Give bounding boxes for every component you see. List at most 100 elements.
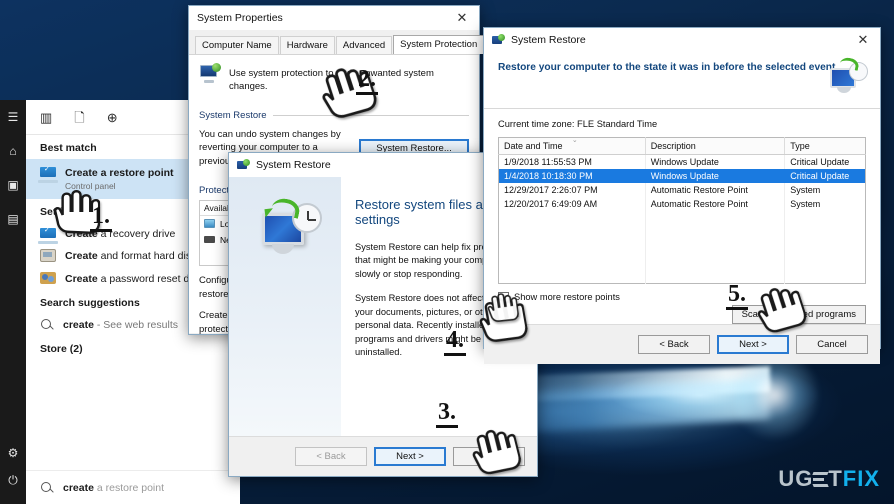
best-match-title: Create a restore point xyxy=(65,167,174,179)
table-row[interactable]: 12/20/2017 6:49:09 AM Automatic Restore … xyxy=(498,197,866,211)
system-restore-points-titlebar: System Restore ✕ xyxy=(484,28,880,52)
cell-type: Critical Update xyxy=(790,157,850,167)
cancel-button[interactable]: Cancel xyxy=(796,335,868,354)
list-item-label: Create and format hard disk xyxy=(65,250,197,263)
close-icon[interactable]: ✕ xyxy=(445,6,479,30)
watermark-part-3: FIX xyxy=(842,466,880,491)
ugetfix-watermark: UG TFIX xyxy=(778,466,880,492)
restore-point-icon xyxy=(40,166,56,180)
window-title: System Restore xyxy=(511,34,586,46)
system-drive-icon xyxy=(204,219,215,229)
close-icon[interactable]: ✕ xyxy=(846,28,880,52)
page-title: Restore your computer to the state it wa… xyxy=(498,62,836,73)
table-row-empty xyxy=(498,223,866,235)
group-system-restore: System Restore xyxy=(199,110,469,121)
cell-description: Automatic Restore Point xyxy=(645,183,786,197)
step-1-label: 1. xyxy=(90,204,112,232)
pictures-icon[interactable]: ▣ xyxy=(0,168,26,202)
step-3-label: 3. xyxy=(436,400,458,428)
show-more-restore-points-row[interactable]: Show more restore points xyxy=(498,291,866,303)
cell-date: 12/29/2017 2:26:07 PM xyxy=(498,183,646,197)
show-more-checkbox[interactable] xyxy=(498,291,509,303)
column-header-description[interactable]: Description xyxy=(645,137,786,155)
back-button: < Back xyxy=(295,447,367,466)
window-title: System Properties xyxy=(197,12,283,24)
system-restore-icon xyxy=(492,33,505,47)
search-input[interactable]: create a restore point xyxy=(63,482,164,494)
best-match-text: Create a restore point Control panel xyxy=(65,166,174,191)
cell-date: 1/4/2018 10:18:30 PM xyxy=(498,169,646,183)
table-row-empty xyxy=(498,235,866,247)
show-more-label: Show more restore points xyxy=(514,292,620,302)
table-row-empty xyxy=(498,247,866,259)
web-filter-icon[interactable]: ⊕ xyxy=(107,111,118,124)
sort-ascending-icon: ⌄ xyxy=(571,137,578,144)
group-divider xyxy=(272,114,469,116)
step-2-label: 2. xyxy=(356,67,378,95)
cell-description: Automatic Restore Point xyxy=(645,197,786,211)
tab-hardware[interactable]: Hardware xyxy=(279,36,335,54)
restore-clock-monitor-icon xyxy=(248,196,322,261)
step-4-label: 4. xyxy=(444,328,466,356)
table-row-selected[interactable]: 1/4/2018 10:18:30 PM Windows Update Crit… xyxy=(498,169,866,183)
watermark-part-2: T xyxy=(828,466,843,491)
cell-type: Critical Update xyxy=(784,169,866,183)
cancel-button[interactable]: Cancel xyxy=(453,447,525,466)
group-system-restore-label: System Restore xyxy=(199,109,267,121)
cell-date: 12/20/2017 6:49:09 AM xyxy=(498,197,646,211)
table-row-empty xyxy=(498,271,866,283)
apps-filter-icon[interactable]: ▥ xyxy=(40,111,52,124)
next-button[interactable]: Next > xyxy=(717,335,789,354)
cell-type: System xyxy=(790,185,821,195)
table-row[interactable]: 1/9/2018 11:55:53 PM Windows Update Crit… xyxy=(498,154,866,169)
scan-affected-programs-button[interactable]: Scan for affected programs xyxy=(731,305,866,324)
cell-date: 1/9/2018 11:55:53 PM xyxy=(498,154,646,169)
timezone-label: Current time zone: FLE Standard Time xyxy=(498,119,658,129)
system-restore-icon xyxy=(237,158,250,172)
back-button[interactable]: < Back xyxy=(638,335,710,354)
recovery-drive-icon xyxy=(40,227,56,241)
power-icon[interactable]: ⏻ xyxy=(0,470,26,504)
home-icon[interactable]: ⌂ xyxy=(0,134,26,168)
tab-advanced[interactable]: Advanced xyxy=(335,36,393,54)
taskbar-search-box[interactable]: create a restore point xyxy=(26,470,240,504)
screen: UGTFIX ☰ ⌂ ▣ ▤ ⚙ ⏻ ▥ 🗋 ⊕ Best match Crea… xyxy=(0,0,894,504)
system-protection-lead-text: Use system protection to undo unwanted s… xyxy=(229,68,434,93)
column-header-date[interactable]: ⌄ Date and Time xyxy=(498,137,646,155)
web-suggestion-label: create - See web results xyxy=(63,318,178,331)
system-restore-banner xyxy=(229,177,341,436)
restore-points-footer: < Back Next > Cancel xyxy=(484,324,880,364)
hard-disk-icon xyxy=(40,249,56,263)
documents-icon[interactable]: ▤ xyxy=(0,202,26,236)
window-title: System Restore xyxy=(256,159,331,171)
list-item-label: Create a recovery drive xyxy=(65,228,176,241)
system-protection-icon xyxy=(199,63,221,83)
hamburger-icon[interactable]: ☰ xyxy=(0,100,26,134)
cell-type: System xyxy=(790,199,821,209)
watermark-stylized-e-icon xyxy=(812,471,829,488)
system-restore-points-window: System Restore ✕ Restore your computer t… xyxy=(483,27,881,364)
section-store: Store (2) xyxy=(40,342,83,355)
cell-description: Windows Update xyxy=(645,169,786,183)
search-icon xyxy=(40,481,54,495)
system-properties-tabs: Computer Name Hardware Advanced System P… xyxy=(189,30,533,55)
start-menu-rail: ☰ ⌂ ▣ ▤ ⚙ ⏻ xyxy=(0,100,26,504)
search-icon xyxy=(40,318,54,332)
list-item-label: Create a password reset disk xyxy=(65,272,203,285)
tab-computer-name[interactable]: Computer Name xyxy=(195,36,279,54)
cell-description: Windows Update xyxy=(645,154,786,169)
tab-system-protection[interactable]: System Protection xyxy=(393,35,485,54)
restore-points-body: Current time zone: FLE Standard Time ⌄ D… xyxy=(484,109,880,324)
settings-icon[interactable]: ⚙ xyxy=(0,436,26,470)
system-restore-intro-footer: < Back Next > Cancel xyxy=(229,436,537,476)
step-5-label: 5. xyxy=(726,282,748,310)
next-button[interactable]: Next > xyxy=(374,447,446,466)
password-disk-icon xyxy=(40,271,56,286)
restore-points-table[interactable]: ⌄ Date and Time Description Type 1/9/201… xyxy=(498,137,866,284)
column-header-type[interactable]: Type xyxy=(784,137,866,155)
table-row[interactable]: 12/29/2017 2:26:07 PM Automatic Restore … xyxy=(498,183,866,197)
system-properties-titlebar: System Properties ✕ xyxy=(189,6,479,30)
table-row-empty xyxy=(498,259,866,271)
documents-filter-icon[interactable]: 🗋 xyxy=(74,111,84,124)
table-header-row: ⌄ Date and Time Description Type xyxy=(498,137,866,155)
